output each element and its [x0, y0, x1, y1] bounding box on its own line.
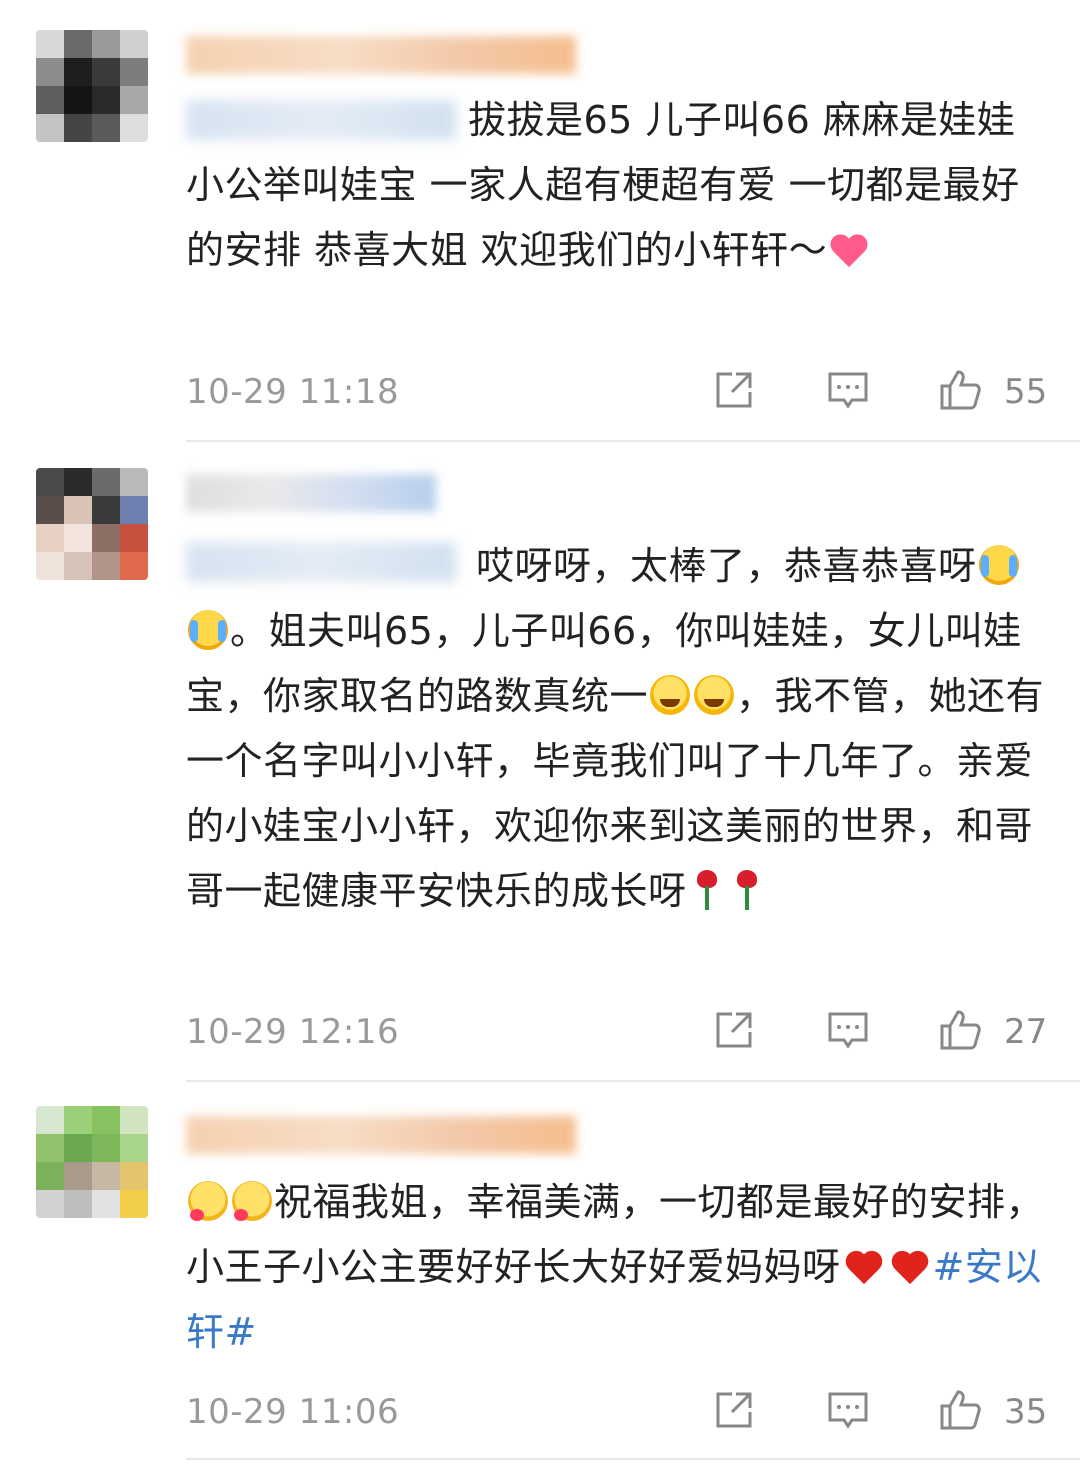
heart-emoji-icon — [829, 229, 869, 269]
comment-icon[interactable] — [826, 1388, 870, 1432]
avatar[interactable] — [36, 30, 148, 142]
rose-emoji-icon — [689, 870, 725, 910]
comment-icon[interactable] — [826, 1008, 870, 1052]
comment-item: 拔拔是65 儿子叫66 麻麻是娃娃 小公举叫娃宝 一家人超有梗超有爱 一切都是最… — [0, 0, 1080, 440]
avatar[interactable] — [36, 1106, 148, 1218]
crying-emoji-icon — [188, 610, 228, 650]
share-icon[interactable] — [712, 1388, 756, 1432]
avatar[interactable] — [36, 468, 148, 580]
red-heart-emoji-icon — [889, 1246, 931, 1286]
laughing-emoji-icon — [650, 675, 691, 715]
blushing-emoji-icon — [232, 1181, 272, 1221]
red-heart-emoji-icon — [843, 1246, 885, 1286]
username[interactable] — [186, 1116, 576, 1154]
divider — [186, 1458, 1080, 1460]
thumbs-up-icon[interactable] — [938, 1388, 982, 1432]
comment-item: 祝福我姐，幸福美满，一切都是最好的安排，小王子小公主要好好长大好好爱妈妈呀 #安以… — [0, 1082, 1080, 1473]
comment-text: 哎呀呀，太棒了，恭喜恭喜呀。姐夫叫65，儿子叫66，你叫娃娃，女儿叫娃宝，你家取… — [186, 544, 1045, 913]
comment-time: 10-29 11:18 — [186, 372, 400, 412]
laughing-emoji-icon — [694, 675, 735, 715]
blushing-emoji-icon — [188, 1181, 228, 1221]
thumbs-up-icon[interactable] — [938, 1008, 982, 1052]
comment-item: 哎呀呀，太棒了，恭喜恭喜呀。姐夫叫65，儿子叫66，你叫娃娃，女儿叫娃宝，你家取… — [0, 442, 1080, 1080]
username[interactable] — [186, 36, 576, 74]
comment-icon[interactable] — [826, 368, 870, 412]
username[interactable] — [186, 474, 436, 512]
like-count: 27 — [1004, 1012, 1048, 1052]
crying-emoji-icon — [978, 545, 1019, 585]
share-icon[interactable] — [712, 368, 756, 412]
comment-meta: 10-29 12:16 27 — [186, 1008, 1048, 1058]
like-count: 55 — [1004, 372, 1048, 412]
like-count: 35 — [1004, 1392, 1048, 1432]
comment-time: 10-29 12:16 — [186, 1012, 400, 1052]
share-icon[interactable] — [712, 1008, 756, 1052]
comment-text: 祝福我姐，幸福美满，一切都是最好的安排，小王子小公主要好好长大好好爱妈妈呀 #安以… — [186, 1180, 1045, 1354]
comment-time: 10-29 11:06 — [186, 1392, 400, 1432]
thumbs-up-icon[interactable] — [938, 368, 982, 412]
comment-meta: 10-29 11:06 35 — [186, 1388, 1048, 1438]
comment-meta: 10-29 11:18 55 — [186, 368, 1048, 418]
comment-text: 拔拔是65 儿子叫66 麻麻是娃娃 小公举叫娃宝 一家人超有梗超有爱 一切都是最… — [186, 98, 1020, 272]
rose-emoji-icon — [729, 870, 765, 910]
